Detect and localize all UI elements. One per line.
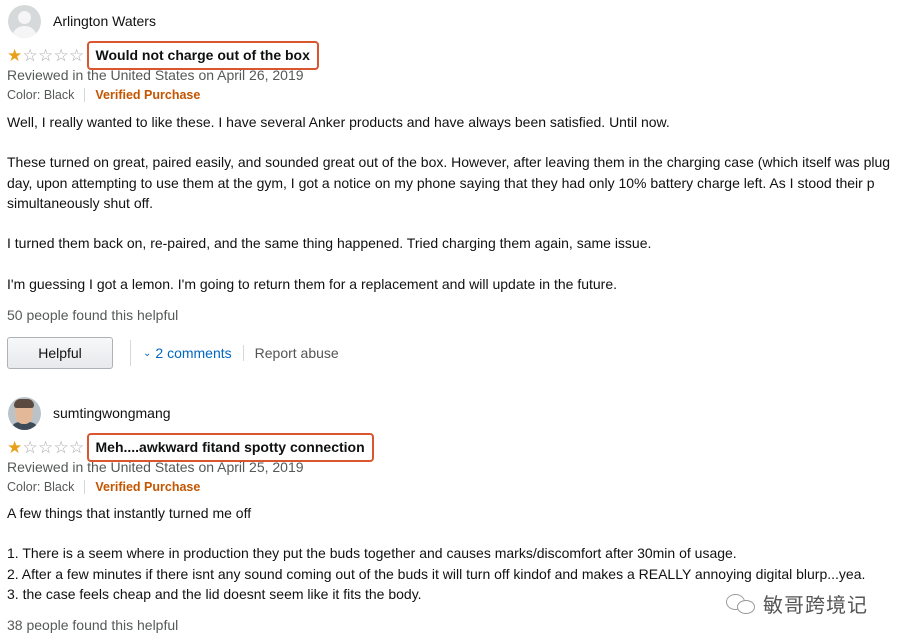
review-title[interactable]: Would not charge out of the box <box>86 40 319 70</box>
review-body-line: I turned them back on, re-paired, and th… <box>7 235 652 251</box>
star-empty-icon: ☆ <box>38 45 54 65</box>
review-body-line: Well, I really wanted to like these. I h… <box>7 114 670 130</box>
color-variant: Color: Black <box>7 480 75 494</box>
meta-divider <box>84 88 86 102</box>
review-body-line: I'm guessing I got a lemon. I'm going to… <box>7 276 618 292</box>
review-title[interactable]: Meh....awkward fitand spotty connection <box>86 432 374 462</box>
review-meta: Color: Black Verified Purchase <box>7 88 200 102</box>
wechat-icon <box>726 592 756 614</box>
star-empty-icon: ☆ <box>53 45 69 65</box>
reviewer-name[interactable]: sumtingwongmang <box>53 405 171 421</box>
review-body-line: 3. the case feels cheap and the lid does… <box>7 586 422 602</box>
verified-purchase-badge: Verified Purchase <box>95 480 201 494</box>
review-body-line: 1. There is a seem where in production t… <box>7 545 737 561</box>
meta-divider <box>84 480 86 494</box>
review-meta: Color: Black Verified Purchase <box>7 480 200 494</box>
action-divider <box>242 345 244 361</box>
comments-link[interactable]: ⌄ 2 comments <box>143 345 232 361</box>
star-empty-icon: ☆ <box>22 45 38 65</box>
review-date: Reviewed in the United States on April 2… <box>7 459 304 475</box>
review-body-line: 2. After a few minutes if there isnt any… <box>7 566 866 582</box>
review-title-row: ★ ☆ ☆ ☆ ☆ Meh....awkward fitand spotty c… <box>7 432 374 462</box>
color-variant: Color: Black <box>7 88 75 102</box>
watermark-text: 敏哥跨境记 <box>763 592 868 617</box>
chevron-down-icon: ⌄ <box>143 347 152 359</box>
user-photo-avatar <box>8 396 41 430</box>
review-actions: Helpful ⌄ 2 comments Report abuse <box>7 337 339 369</box>
review-body-line: day, upon attempting to use them at the … <box>7 175 875 191</box>
helpful-count: 50 people found this helpful <box>7 307 179 323</box>
watermark: 敏哥跨境记 <box>726 588 868 618</box>
star-rating: ★ ☆ ☆ ☆ ☆ <box>7 47 85 64</box>
review-date: Reviewed in the United States on April 2… <box>7 67 304 83</box>
reviewer-profile[interactable]: sumtingwongmang <box>8 396 171 430</box>
reviewer-name[interactable]: Arlington Waters <box>53 13 156 29</box>
verified-purchase-badge: Verified Purchase <box>95 88 201 102</box>
review-body-line: These turned on great, paired easily, an… <box>7 154 891 170</box>
star-empty-icon: ☆ <box>53 437 69 457</box>
star-filled-icon: ★ <box>7 45 23 65</box>
star-empty-icon: ☆ <box>69 45 85 65</box>
review-body-line: simultaneously shut off. <box>7 195 154 211</box>
default-avatar-icon <box>8 4 41 38</box>
star-filled-icon: ★ <box>7 437 23 457</box>
star-empty-icon: ☆ <box>38 437 54 457</box>
action-divider <box>130 340 131 366</box>
star-empty-icon: ☆ <box>22 437 38 457</box>
review-title-row: ★ ☆ ☆ ☆ ☆ Would not charge out of the bo… <box>7 40 319 70</box>
comments-label: 2 comments <box>155 345 232 361</box>
star-empty-icon: ☆ <box>69 437 85 457</box>
reviewer-profile[interactable]: Arlington Waters <box>8 4 156 38</box>
star-rating: ★ ☆ ☆ ☆ ☆ <box>7 439 85 456</box>
helpful-button[interactable]: Helpful <box>7 337 113 369</box>
report-abuse-link[interactable]: Report abuse <box>255 345 339 361</box>
helpful-count: 38 people found this helpful <box>7 617 179 633</box>
review-body-line: A few things that instantly turned me of… <box>7 505 252 521</box>
